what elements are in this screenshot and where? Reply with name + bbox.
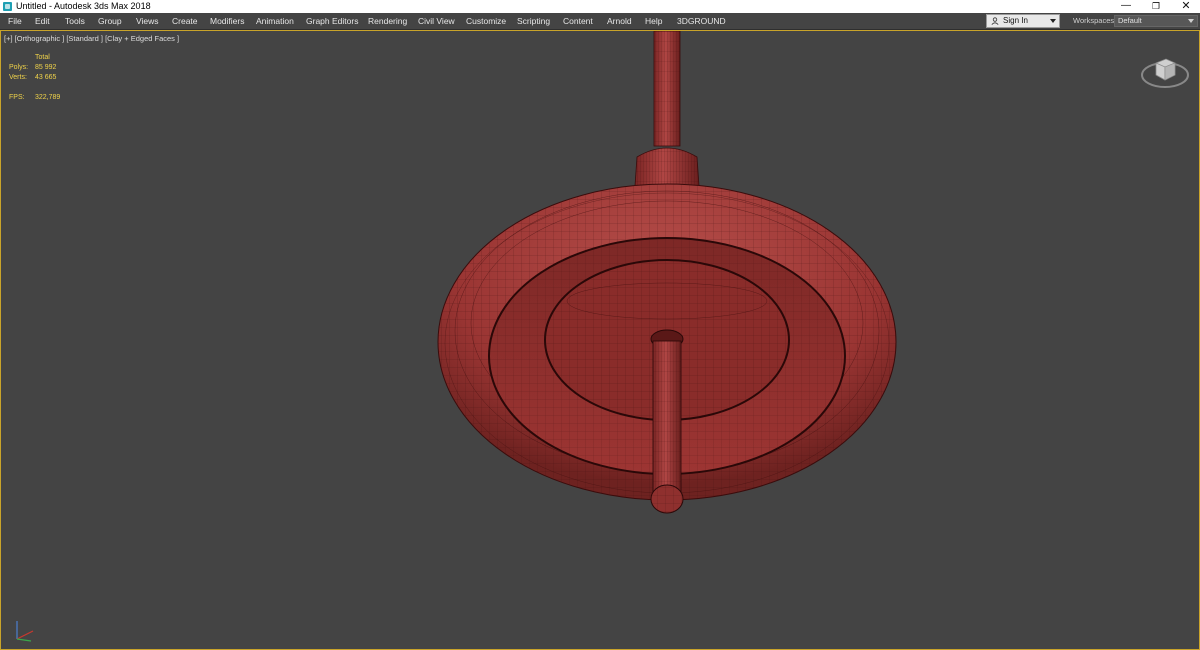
menu-tools[interactable]: Tools xyxy=(65,13,85,29)
user-icon xyxy=(991,17,999,25)
viewport-label-menu[interactable]: [+] [Orthographic ] [Standard ] [Clay + … xyxy=(4,34,179,43)
menu-views[interactable]: Views xyxy=(136,13,159,29)
menu-civil-view[interactable]: Civil View xyxy=(418,13,455,29)
workspaces-dropdown[interactable]: Default xyxy=(1114,15,1198,27)
menu-content[interactable]: Content xyxy=(563,13,593,29)
minimize-button[interactable]: — xyxy=(1110,0,1142,13)
axis-tripod-icon xyxy=(16,621,34,642)
bottom-rod[interactable] xyxy=(650,329,684,514)
menu-scripting[interactable]: Scripting xyxy=(517,13,550,29)
menu-modifiers[interactable]: Modifiers xyxy=(210,13,244,29)
menu-create[interactable]: Create xyxy=(172,13,198,29)
top-rod[interactable] xyxy=(653,31,681,147)
menu-help[interactable]: Help xyxy=(645,13,662,29)
workspaces-value: Default xyxy=(1118,16,1142,25)
stats-total-header: Total xyxy=(35,54,50,61)
close-button[interactable]: ✕ xyxy=(1170,0,1200,13)
menu-3dground[interactable]: 3DGROUND xyxy=(677,13,726,29)
menu-bar: File Edit Tools Group Views Create Modif… xyxy=(0,13,1200,30)
menu-group[interactable]: Group xyxy=(98,13,122,29)
maximize-button[interactable]: ❐ xyxy=(1140,0,1172,13)
menu-animation[interactable]: Animation xyxy=(256,13,294,29)
menu-arnold[interactable]: Arnold xyxy=(607,13,632,29)
stats-verts-label: Verts: xyxy=(9,74,27,81)
sign-in-button[interactable]: Sign In xyxy=(986,14,1060,28)
collar[interactable] xyxy=(634,147,700,187)
sign-in-label: Sign In xyxy=(1003,16,1028,25)
stats-fps-value: 322,789 xyxy=(35,94,61,101)
stats-verts-value: 43 665 xyxy=(35,74,57,81)
menu-file[interactable]: File xyxy=(8,13,22,29)
menu-customize[interactable]: Customize xyxy=(466,13,506,29)
perspective-viewport[interactable]: [+] [Orthographic ] [Standard ] [Clay + … xyxy=(0,30,1200,650)
window-title: Untitled - Autodesk 3ds Max 2018 xyxy=(16,1,151,11)
title-bar: Untitled - Autodesk 3ds Max 2018 — ❐ ✕ xyxy=(0,0,1200,13)
chevron-down-icon xyxy=(1050,19,1056,23)
workspaces-label: Workspaces: xyxy=(1073,16,1117,25)
chevron-down-icon xyxy=(1188,19,1194,23)
scene-model[interactable] xyxy=(1,31,1199,649)
menu-graph-editors[interactable]: Graph Editors xyxy=(306,13,358,29)
stats-fps-label: FPS: xyxy=(9,94,25,101)
menu-rendering[interactable]: Rendering xyxy=(368,13,407,29)
stats-polys-label: Polys: xyxy=(9,64,29,71)
stats-polys-value: 85 992 xyxy=(35,64,57,71)
menu-edit[interactable]: Edit xyxy=(35,13,50,29)
viewcube-icon[interactable] xyxy=(1139,51,1191,91)
app-logo-icon xyxy=(3,2,12,11)
